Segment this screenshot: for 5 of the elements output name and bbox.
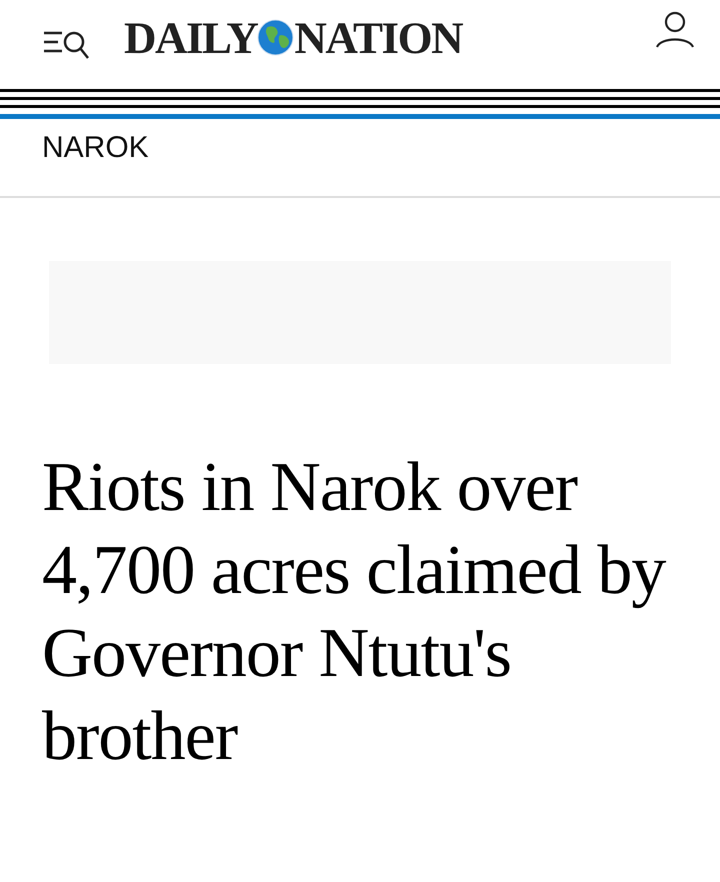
logo-text: DAILY bbox=[124, 12, 258, 64]
section-link[interactable]: NAROK bbox=[42, 131, 149, 164]
headline: Riots in Narok over 4,700 acres claimed by Governor Ntutu's brother bbox=[42, 448, 667, 777]
globe-icon bbox=[257, 19, 294, 56]
logo-text: NATION bbox=[294, 12, 462, 64]
